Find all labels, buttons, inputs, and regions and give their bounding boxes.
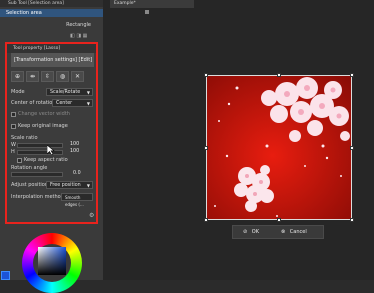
- tool-property-title: Tool property [Lasso]: [13, 46, 61, 51]
- subtool-title: Sub Tool [Selection area]: [8, 1, 64, 6]
- cursor-icon: [47, 145, 55, 155]
- interpolation-value: Smooth edges (...: [65, 195, 84, 207]
- transform-handle-left[interactable]: [204, 146, 208, 150]
- scale-button[interactable]: ⊕: [11, 71, 24, 82]
- tool-property-header: Tool property [Lasso]: [7, 44, 96, 53]
- rotate-button[interactable]: ◍: [56, 71, 69, 82]
- rotation-angle-label: Rotation angle: [11, 165, 48, 171]
- interpolation-method-dropdown[interactable]: Smooth edges (...: [61, 193, 93, 207]
- subtool-header: Sub Tool [Selection area]: [0, 0, 103, 7]
- keep-aspect-ratio-label: Keep aspect ratio: [24, 157, 68, 163]
- subtool-item-label: Rectangle: [66, 22, 91, 28]
- tool-property-panel: Tool property [Lasso] [Transformation se…: [5, 42, 98, 224]
- canvas-tab[interactable]: Example*: [110, 0, 194, 8]
- center-of-rotation-dropdown[interactable]: Center ▼: [52, 99, 93, 107]
- chevron-down-icon: ▼: [86, 90, 90, 95]
- transform-handle-right[interactable]: [350, 146, 354, 150]
- transform-handle-bottom-left[interactable]: [204, 218, 208, 222]
- subtool-item-selection-area[interactable]: Selection area: [0, 9, 103, 17]
- width-value[interactable]: 100: [70, 142, 79, 147]
- adjust-position-dropdown[interactable]: Free position ▼: [46, 181, 93, 189]
- interpolation-method-label: Interpolation method: [11, 194, 64, 200]
- flip-vertical-button[interactable]: ⇳: [41, 71, 54, 82]
- reset-button[interactable]: ✕: [71, 71, 84, 82]
- keep-original-image-checkbox[interactable]: [11, 124, 16, 129]
- ok-button[interactable]: ⊘ OK: [243, 226, 259, 238]
- adjust-position-label: Adjust position: [11, 182, 49, 188]
- adjust-position-value: Free position: [50, 183, 81, 188]
- height-label: H: [11, 149, 15, 155]
- height-value[interactable]: 100: [70, 149, 79, 154]
- transform-handle-bottom-right[interactable]: [350, 218, 354, 222]
- flip-horizontal-button[interactable]: ⇹: [26, 71, 39, 82]
- transform-handle-top-left[interactable]: [204, 73, 208, 77]
- cancel-button[interactable]: ⊗ Cancel: [281, 226, 307, 238]
- transformation-settings-preview: [Transformation settings] [Edit] [: [11, 53, 94, 67]
- transform-handle-top[interactable]: [277, 73, 281, 77]
- subtool-item-label: Selection area: [6, 10, 42, 16]
- left-panel: Sub Tool [Selection area] Selection area…: [0, 0, 103, 293]
- width-slider[interactable]: [17, 143, 63, 148]
- color-saturation-square[interactable]: [38, 247, 66, 275]
- check-circle-icon: ⊘: [243, 229, 248, 235]
- main-color-swatch[interactable]: [1, 271, 10, 280]
- cancel-label: Cancel: [289, 229, 307, 235]
- subtool-icons: ◧ ◨ ▦: [70, 33, 88, 39]
- keep-original-image-label: Keep original image: [18, 123, 68, 129]
- canvas-artwork[interactable]: [206, 75, 352, 220]
- mode-value: Scale/Rotate: [50, 90, 81, 95]
- settings-icon[interactable]: ⚙: [89, 212, 94, 219]
- height-slider[interactable]: [17, 150, 63, 155]
- center-of-rotation-label: Center of rotation: [11, 100, 56, 106]
- rotation-value[interactable]: 0.0: [73, 171, 81, 176]
- transform-confirm-bar: ⊘ OK ⊗ Cancel: [232, 225, 324, 239]
- transform-handle-bottom[interactable]: [277, 218, 281, 222]
- transform-handle-top-right[interactable]: [350, 73, 354, 77]
- scale-ratio-label: Scale ratio: [11, 135, 38, 141]
- mode-label: Mode: [11, 89, 25, 95]
- mode-dropdown[interactable]: Scale/Rotate ▼: [46, 88, 93, 96]
- canvas-tab-label: Example*: [114, 1, 136, 6]
- change-vector-width-label: Change vector width: [18, 111, 70, 117]
- tab-close-icon[interactable]: [145, 10, 149, 14]
- chevron-down-icon: ▼: [86, 101, 90, 106]
- ok-label: OK: [251, 229, 260, 235]
- width-label: W: [11, 142, 16, 148]
- subtool-item-rectangle[interactable]: Rectangle: [0, 21, 103, 29]
- preview-label: [Transformation settings] [Edit] [: [14, 57, 93, 63]
- center-value: Center: [56, 101, 73, 106]
- close-icon: ⊗: [281, 229, 286, 235]
- keep-aspect-ratio-checkbox[interactable]: [17, 158, 22, 163]
- rotation-slider[interactable]: [11, 172, 63, 177]
- sakura-illustration: [207, 76, 351, 219]
- change-vector-width-checkbox[interactable]: [11, 112, 16, 117]
- chevron-down-icon: ▼: [86, 183, 90, 188]
